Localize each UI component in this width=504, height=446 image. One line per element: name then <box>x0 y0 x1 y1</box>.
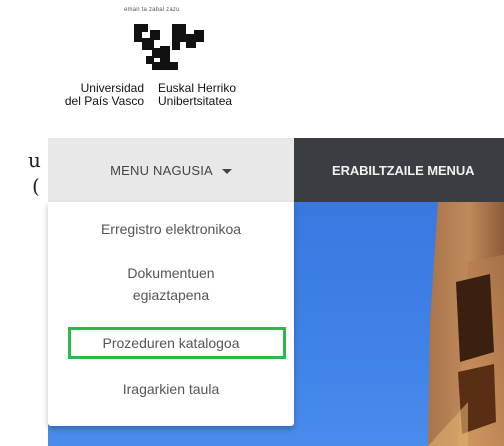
user-menu-button[interactable]: ERABILTZAILE MENUA <box>294 138 504 202</box>
logo-tree-icon <box>134 24 204 70</box>
tower-image <box>428 202 504 446</box>
main-menu-dropdown: Erregistro elektronikoa Dokumentuen egia… <box>48 202 294 426</box>
logo-name-spanish: Universidad del País Vasco <box>64 81 144 108</box>
menu-item-document-verification[interactable]: Dokumentuen egiaztapena <box>48 262 294 306</box>
chevron-down-icon <box>221 168 232 174</box>
logo-name-basque: Euskal Herriko Unibertsitatea <box>158 81 237 108</box>
university-logo[interactable]: eman ta zabal zazu Universidad del País V… <box>0 0 300 130</box>
logo-tagline: eman ta zabal zazu <box>124 7 180 13</box>
main-navbar: MENU NAGUSIA ERABILTZAILE MENUA <box>48 138 504 202</box>
menu-item-notice-board[interactable]: Iragarkien taula <box>48 378 294 400</box>
menu-item-procedure-catalog[interactable]: Prozeduren katalogoa <box>48 332 294 354</box>
background-page-text: u ( <box>28 148 41 198</box>
main-menu-button[interactable]: MENU NAGUSIA <box>48 138 294 202</box>
user-menu-label: ERABILTZAILE MENUA <box>332 162 475 178</box>
menu-item-electronic-registry[interactable]: Erregistro elektronikoa <box>48 218 294 240</box>
main-menu-label: MENU NAGUSIA <box>110 162 213 178</box>
